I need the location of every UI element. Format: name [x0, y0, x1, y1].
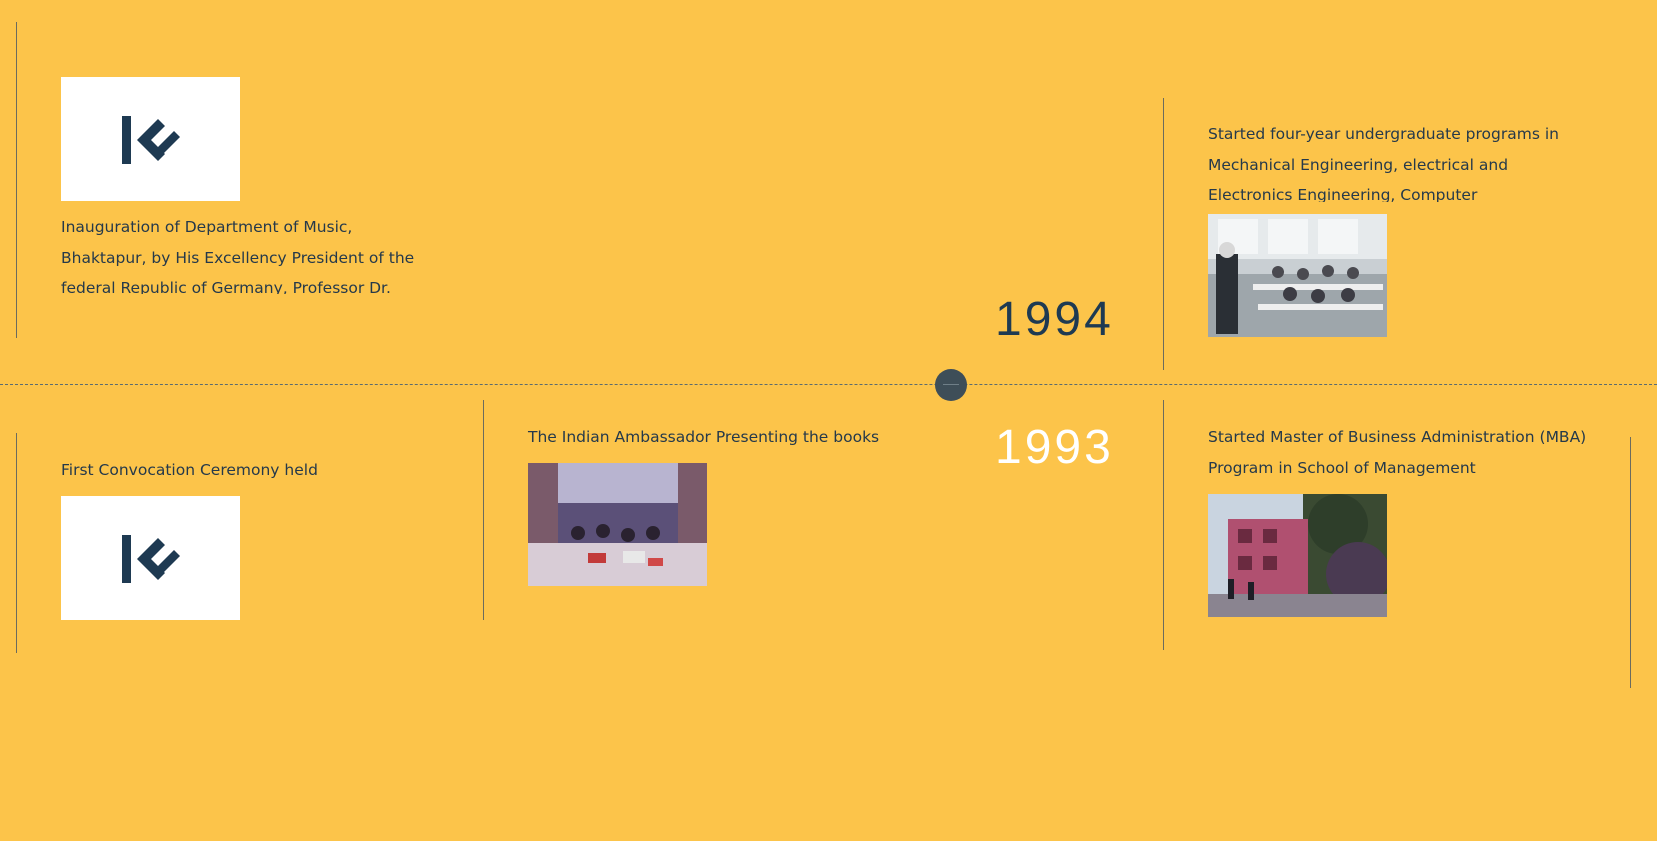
k-logo-icon [121, 535, 180, 583]
event-text-undergraduate-programs: Started four-year undergraduate programs… [1208, 125, 1559, 202]
divider [483, 400, 484, 620]
divider [16, 433, 17, 653]
event-text-mba-program: Started Master of Business Administratio… [1208, 428, 1587, 477]
divider [16, 22, 17, 338]
divider [1630, 437, 1631, 688]
k-logo-icon [121, 116, 180, 164]
year-label-1994[interactable]: 1994 [995, 292, 1114, 348]
timeline-axis [0, 384, 1657, 385]
university-logo [61, 496, 240, 620]
event-text-indian-ambassador: The Indian Ambassador Presenting the boo… [528, 428, 880, 446]
ceremony-photo [528, 463, 707, 586]
classroom-photo [1208, 214, 1387, 337]
year-label-1993[interactable]: 1993 [995, 420, 1114, 476]
event-text-first-convocation: First Convocation Ceremony held [61, 461, 318, 479]
timeline-marker[interactable] [935, 369, 967, 401]
event-text-music-inauguration: Inauguration of Department of Music, Bha… [61, 218, 415, 294]
divider [1163, 98, 1164, 370]
divider [1163, 400, 1164, 650]
campus-building-photo [1208, 494, 1387, 617]
university-logo [61, 77, 240, 201]
